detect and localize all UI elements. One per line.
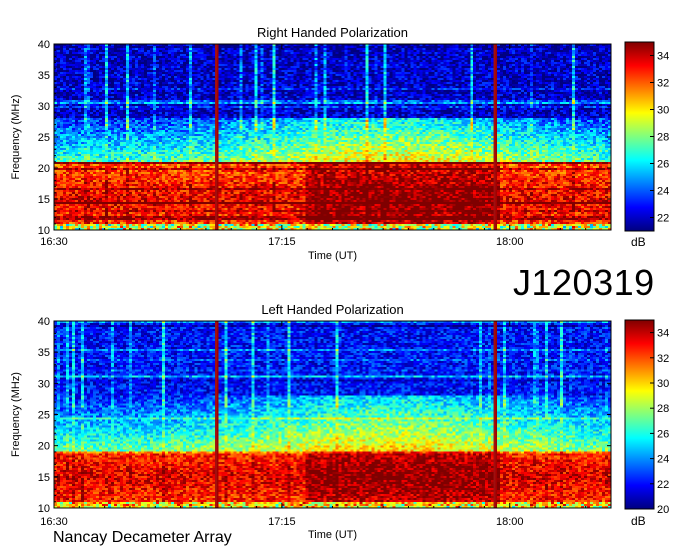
y-tick-label: 40 — [38, 316, 50, 328]
instrument-label: Nancay Decameter Array — [53, 529, 232, 546]
y-tick-label: 30 — [38, 101, 50, 113]
colorbar-tick-label: 22 — [657, 213, 669, 225]
spectrogram-image — [54, 44, 611, 230]
spectrogram-image — [54, 321, 611, 508]
y-tick-label: 20 — [38, 163, 50, 175]
y-tick-label: 25 — [38, 132, 50, 144]
y-tick-label: 40 — [38, 39, 50, 51]
y-tick-label: 35 — [38, 347, 50, 359]
y-tick-label: 30 — [38, 378, 50, 390]
colorbar — [624, 41, 655, 232]
chart-title: Right Handed Polarization — [257, 25, 408, 40]
colorbar-tick-label: 28 — [657, 403, 669, 415]
x-tick-label: 16:30 — [40, 516, 68, 528]
colorbar-label: dB — [631, 235, 646, 249]
y-tick-label: 35 — [38, 70, 50, 82]
colorbar-tick-label: 26 — [657, 159, 669, 171]
colorbar-tick-label: 30 — [657, 378, 669, 390]
x-tick-label: 17:15 — [268, 236, 296, 248]
colorbar-label: dB — [631, 514, 646, 528]
y-tick-label: 15 — [38, 194, 50, 206]
y-tick-label: 25 — [38, 410, 50, 422]
colorbar-tick-label: 24 — [657, 454, 669, 466]
y-tick-label: 15 — [38, 472, 50, 484]
colorbar-tick-label: 22 — [657, 479, 669, 491]
observation-id: J120319 — [513, 262, 655, 303]
colorbar-tick-label: 28 — [657, 132, 669, 144]
spectrogram-panel — [53, 41, 655, 232]
chart-title: Left Handed Polarization — [261, 302, 403, 317]
colorbar-tick-label: 30 — [657, 105, 669, 117]
x-tick-label: 18:00 — [496, 236, 524, 248]
colorbar-tick-label: 20 — [657, 504, 669, 516]
colorbar-tick-label: 32 — [657, 353, 669, 365]
colorbar-tick-label: 26 — [657, 428, 669, 440]
y-tick-label: 10 — [38, 503, 50, 515]
y-axis-label: Frequency (MHz) — [10, 372, 22, 457]
x-tick-label: 17:15 — [268, 516, 296, 528]
x-tick-label: 18:00 — [496, 516, 524, 528]
x-tick-label: 16:30 — [40, 236, 68, 248]
colorbar-tick-label: 32 — [657, 78, 669, 90]
colorbar-tick-label: 34 — [657, 51, 669, 63]
spectrogram-panel — [53, 319, 655, 510]
colorbar — [624, 319, 655, 510]
colorbar-tick-label: 24 — [657, 186, 669, 198]
x-axis-label: Time (UT) — [308, 529, 357, 541]
x-axis-label: Time (UT) — [308, 250, 357, 262]
y-tick-label: 20 — [38, 441, 50, 453]
colorbar-tick-label: 34 — [657, 328, 669, 340]
y-axis-label: Frequency (MHz) — [10, 95, 22, 180]
